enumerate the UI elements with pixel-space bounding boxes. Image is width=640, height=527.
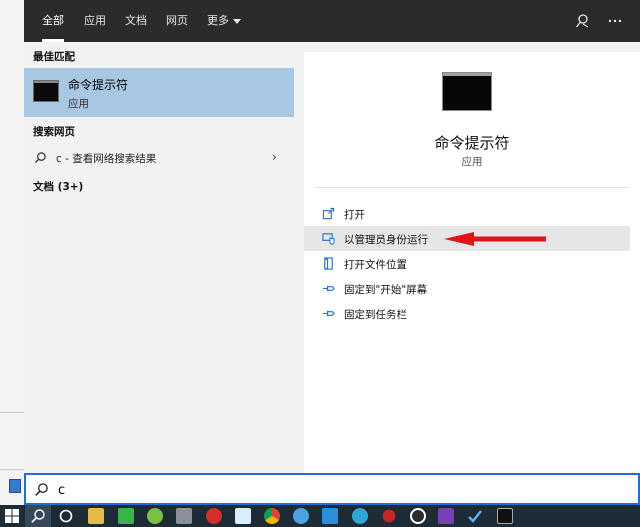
action-label: 打开 (344, 209, 365, 221)
tab-label: 更多 (207, 14, 229, 27)
tab-apps[interactable]: 应用 (84, 0, 106, 42)
search-filter-bar: 全部 应用 文档 网页 更多 (24, 0, 640, 42)
app-red-dot-icon[interactable] (382, 509, 396, 523)
best-match-item[interactable]: 命令提示符 应用 (24, 68, 294, 117)
desktop-divider (0, 412, 24, 413)
action-label: 固定到任务栏 (344, 309, 407, 321)
best-match-title: 命令提示符 (68, 78, 129, 92)
app-bilibili-icon[interactable] (235, 508, 251, 524)
command-prompt-icon (33, 80, 59, 102)
search-icon (34, 152, 46, 164)
desktop-file-icon[interactable] (9, 479, 21, 493)
documents-header[interactable]: 文档 (3+) (33, 179, 83, 194)
search-results-list: 最佳匹配 命令提示符 应用 搜索网页 c - 查看网络搜索结果 › 文档 (3+… (24, 42, 294, 473)
tab-documents[interactable]: 文档 (125, 0, 147, 42)
app-red-icon[interactable] (206, 508, 222, 524)
action-label: 打开文件位置 (344, 259, 407, 271)
action-label: 以管理员身份运行 (344, 234, 428, 246)
vscode-icon[interactable] (322, 508, 338, 524)
chrome-icon[interactable] (264, 508, 280, 524)
tab-label: 应用 (84, 14, 106, 27)
windows-start-icon[interactable] (4, 508, 20, 524)
preview-divider (314, 187, 630, 188)
app-tools-icon[interactable] (176, 508, 192, 524)
preview-subtitle: 应用 (461, 156, 483, 168)
more-options-icon[interactable] (607, 13, 623, 29)
pin-icon (322, 310, 335, 317)
tab-more[interactable]: 更多 (207, 0, 241, 42)
desktop-divider (0, 469, 24, 470)
app-green-icon[interactable] (118, 508, 134, 524)
preview-title: 命令提示符 (434, 134, 510, 152)
app-lime-icon[interactable] (147, 508, 163, 524)
start-search-panel: 全部 应用 文档 网页 更多 最佳匹配 命令提示符 应用 搜索网页 c - 查看… (24, 0, 640, 473)
search-icon[interactable] (30, 508, 46, 524)
app-obs-icon[interactable] (410, 508, 426, 524)
tab-label: 网页 (166, 14, 188, 27)
tab-label: 全部 (42, 14, 64, 27)
search-box[interactable] (24, 473, 640, 505)
open-icon (322, 207, 335, 220)
chevron-right-icon: › (272, 150, 277, 164)
web-search-header: 搜索网页 (33, 126, 75, 138)
action-pin-to-start[interactable]: 固定到"开始"屏幕 (304, 276, 630, 301)
red-annotation-arrow-icon (444, 232, 546, 246)
best-match-header: 最佳匹配 (33, 51, 75, 63)
web-search-item[interactable]: c - 查看网络搜索结果 › (24, 146, 294, 170)
app-blue-icon[interactable] (293, 508, 309, 524)
action-run-as-admin[interactable]: 以管理员身份运行 (304, 226, 630, 251)
app-check-icon[interactable] (467, 508, 483, 524)
task-view-icon[interactable] (58, 508, 74, 524)
onenote-icon[interactable] (438, 508, 454, 524)
search-icon (35, 483, 48, 496)
run-as-admin-icon (322, 233, 335, 245)
action-pin-to-taskbar[interactable]: 固定到任务栏 (304, 301, 630, 326)
chevron-down-icon (233, 18, 241, 24)
action-open[interactable]: 打开 (304, 201, 630, 226)
tab-web[interactable]: 网页 (166, 0, 188, 42)
result-preview-panel: 命令提示符 应用 打开 以管理员身份运行 打开文件位置 固定到"开始"屏幕 固定… (304, 52, 640, 473)
tab-label: 文档 (125, 14, 147, 27)
action-open-file-location[interactable]: 打开文件位置 (304, 251, 630, 276)
feedback-icon[interactable] (574, 13, 590, 29)
pin-icon (322, 285, 335, 292)
taskbar (0, 505, 640, 527)
search-input[interactable] (56, 480, 620, 500)
tab-all[interactable]: 全部 (42, 0, 64, 42)
desktop-background (0, 0, 25, 505)
file-explorer-icon[interactable] (88, 508, 104, 524)
action-label: 固定到"开始"屏幕 (344, 284, 428, 296)
command-prompt-large-icon (442, 72, 492, 111)
command-prompt-icon[interactable] (497, 508, 513, 524)
file-location-icon (324, 257, 333, 270)
edge-icon[interactable] (352, 508, 368, 524)
web-search-label: c - 查看网络搜索结果 (56, 153, 157, 165)
best-match-subtitle: 应用 (68, 98, 89, 110)
